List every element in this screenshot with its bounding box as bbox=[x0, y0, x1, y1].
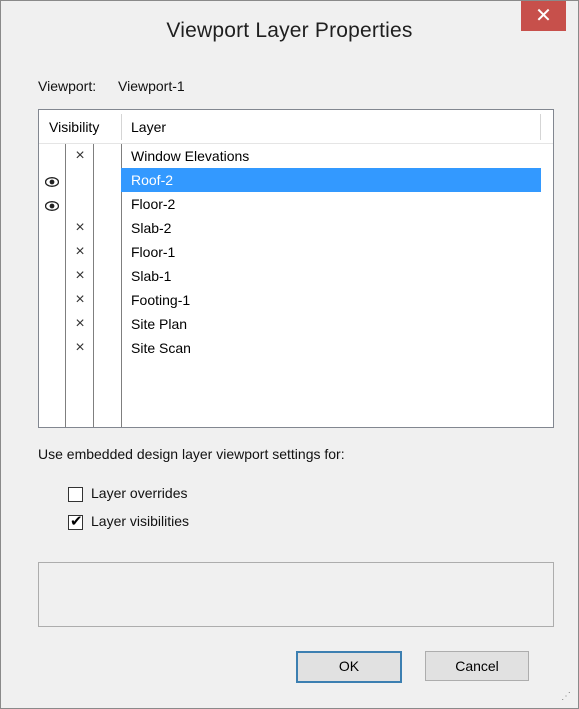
visibility-invisible-cell[interactable]: × bbox=[67, 216, 93, 240]
table-row[interactable]: × Footing-1 bbox=[39, 288, 553, 312]
dialog-title: Viewport Layer Properties bbox=[166, 19, 413, 42]
column-header-visibility[interactable]: Visibility bbox=[49, 119, 99, 135]
visibility-eye-cell[interactable] bbox=[39, 312, 65, 336]
visibility-eye-cell[interactable] bbox=[39, 288, 65, 312]
layer-list[interactable]: Visibility Layer × Window Elevations Roof-… bbox=[38, 109, 554, 428]
close-button[interactable]: ✕ bbox=[521, 1, 566, 31]
table-row[interactable]: Floor-2 bbox=[39, 192, 553, 216]
visibility-invisible-cell[interactable] bbox=[67, 168, 93, 192]
visibility-eye-cell[interactable] bbox=[39, 216, 65, 240]
visibility-eye-cell[interactable] bbox=[39, 168, 65, 192]
table-row[interactable]: × Slab-1 bbox=[39, 264, 553, 288]
visibility-invisible-cell[interactable]: × bbox=[67, 144, 93, 168]
visibility-eye-cell[interactable] bbox=[39, 336, 65, 360]
visibility-invisible-cell[interactable]: × bbox=[67, 312, 93, 336]
x-icon: × bbox=[75, 243, 85, 260]
column-divider[interactable] bbox=[540, 114, 541, 140]
x-icon: × bbox=[75, 147, 85, 164]
layer-name[interactable]: Roof-2 bbox=[121, 168, 541, 192]
layer-name[interactable]: Floor-2 bbox=[121, 192, 541, 216]
layer-overrides-label[interactable]: Layer overrides bbox=[91, 485, 188, 501]
visibility-eye-cell[interactable] bbox=[39, 240, 65, 264]
layer-name[interactable]: Site Scan bbox=[121, 336, 541, 360]
cancel-button[interactable]: Cancel bbox=[425, 651, 529, 681]
ok-button[interactable]: OK bbox=[296, 651, 402, 683]
embedded-settings-label: Use embedded design layer viewport setti… bbox=[38, 446, 345, 462]
layer-name[interactable]: Slab-1 bbox=[121, 264, 541, 288]
table-row[interactable]: × Floor-1 bbox=[39, 240, 553, 264]
visibility-invisible-cell[interactable]: × bbox=[67, 288, 93, 312]
info-panel bbox=[38, 562, 554, 627]
table-row[interactable]: × Site Scan bbox=[39, 336, 553, 360]
eye-icon bbox=[44, 174, 60, 192]
resize-grip-icon[interactable]: ⋰ bbox=[561, 691, 571, 702]
visibility-eye-cell[interactable] bbox=[39, 264, 65, 288]
column-divider[interactable] bbox=[121, 114, 122, 140]
table-row[interactable]: × Site Plan bbox=[39, 312, 553, 336]
x-icon: × bbox=[75, 267, 85, 284]
visibility-invisible-cell[interactable]: × bbox=[67, 264, 93, 288]
viewport-name: Viewport-1 bbox=[118, 78, 185, 94]
column-header-layer[interactable]: Layer bbox=[131, 119, 166, 135]
layer-visibilities-checkbox[interactable]: ✔ bbox=[68, 513, 83, 530]
list-header: Visibility Layer bbox=[39, 110, 553, 144]
layer-name[interactable]: Footing-1 bbox=[121, 288, 541, 312]
visibility-invisible-cell[interactable] bbox=[67, 192, 93, 216]
visibility-invisible-cell[interactable]: × bbox=[67, 240, 93, 264]
x-icon: × bbox=[75, 291, 85, 308]
visibility-invisible-cell[interactable]: × bbox=[67, 336, 93, 360]
x-icon: × bbox=[75, 219, 85, 236]
layer-name[interactable]: Window Elevations bbox=[121, 144, 541, 168]
table-row[interactable]: Roof-2 bbox=[39, 168, 553, 192]
x-icon: × bbox=[75, 315, 85, 332]
layer-name[interactable]: Slab-2 bbox=[121, 216, 541, 240]
x-icon: × bbox=[75, 339, 85, 356]
layer-overrides-checkbox[interactable] bbox=[68, 487, 83, 502]
layer-visibilities-label[interactable]: Layer visibilities bbox=[91, 513, 189, 529]
table-row[interactable]: × Slab-2 bbox=[39, 216, 553, 240]
visibility-eye-cell[interactable] bbox=[39, 192, 65, 216]
dialog-window: Viewport Layer Properties ✕ Viewport: Vi… bbox=[0, 0, 579, 709]
viewport-label: Viewport: bbox=[38, 78, 97, 94]
visibility-eye-cell[interactable] bbox=[39, 144, 65, 168]
layer-name[interactable]: Site Plan bbox=[121, 312, 541, 336]
table-row[interactable]: × Window Elevations bbox=[39, 144, 553, 168]
close-icon: ✕ bbox=[535, 5, 552, 27]
layer-name[interactable]: Floor-1 bbox=[121, 240, 541, 264]
title-bar: Viewport Layer Properties ✕ bbox=[1, 1, 578, 65]
eye-icon bbox=[44, 198, 60, 216]
checkmark-icon: ✔ bbox=[70, 513, 83, 530]
